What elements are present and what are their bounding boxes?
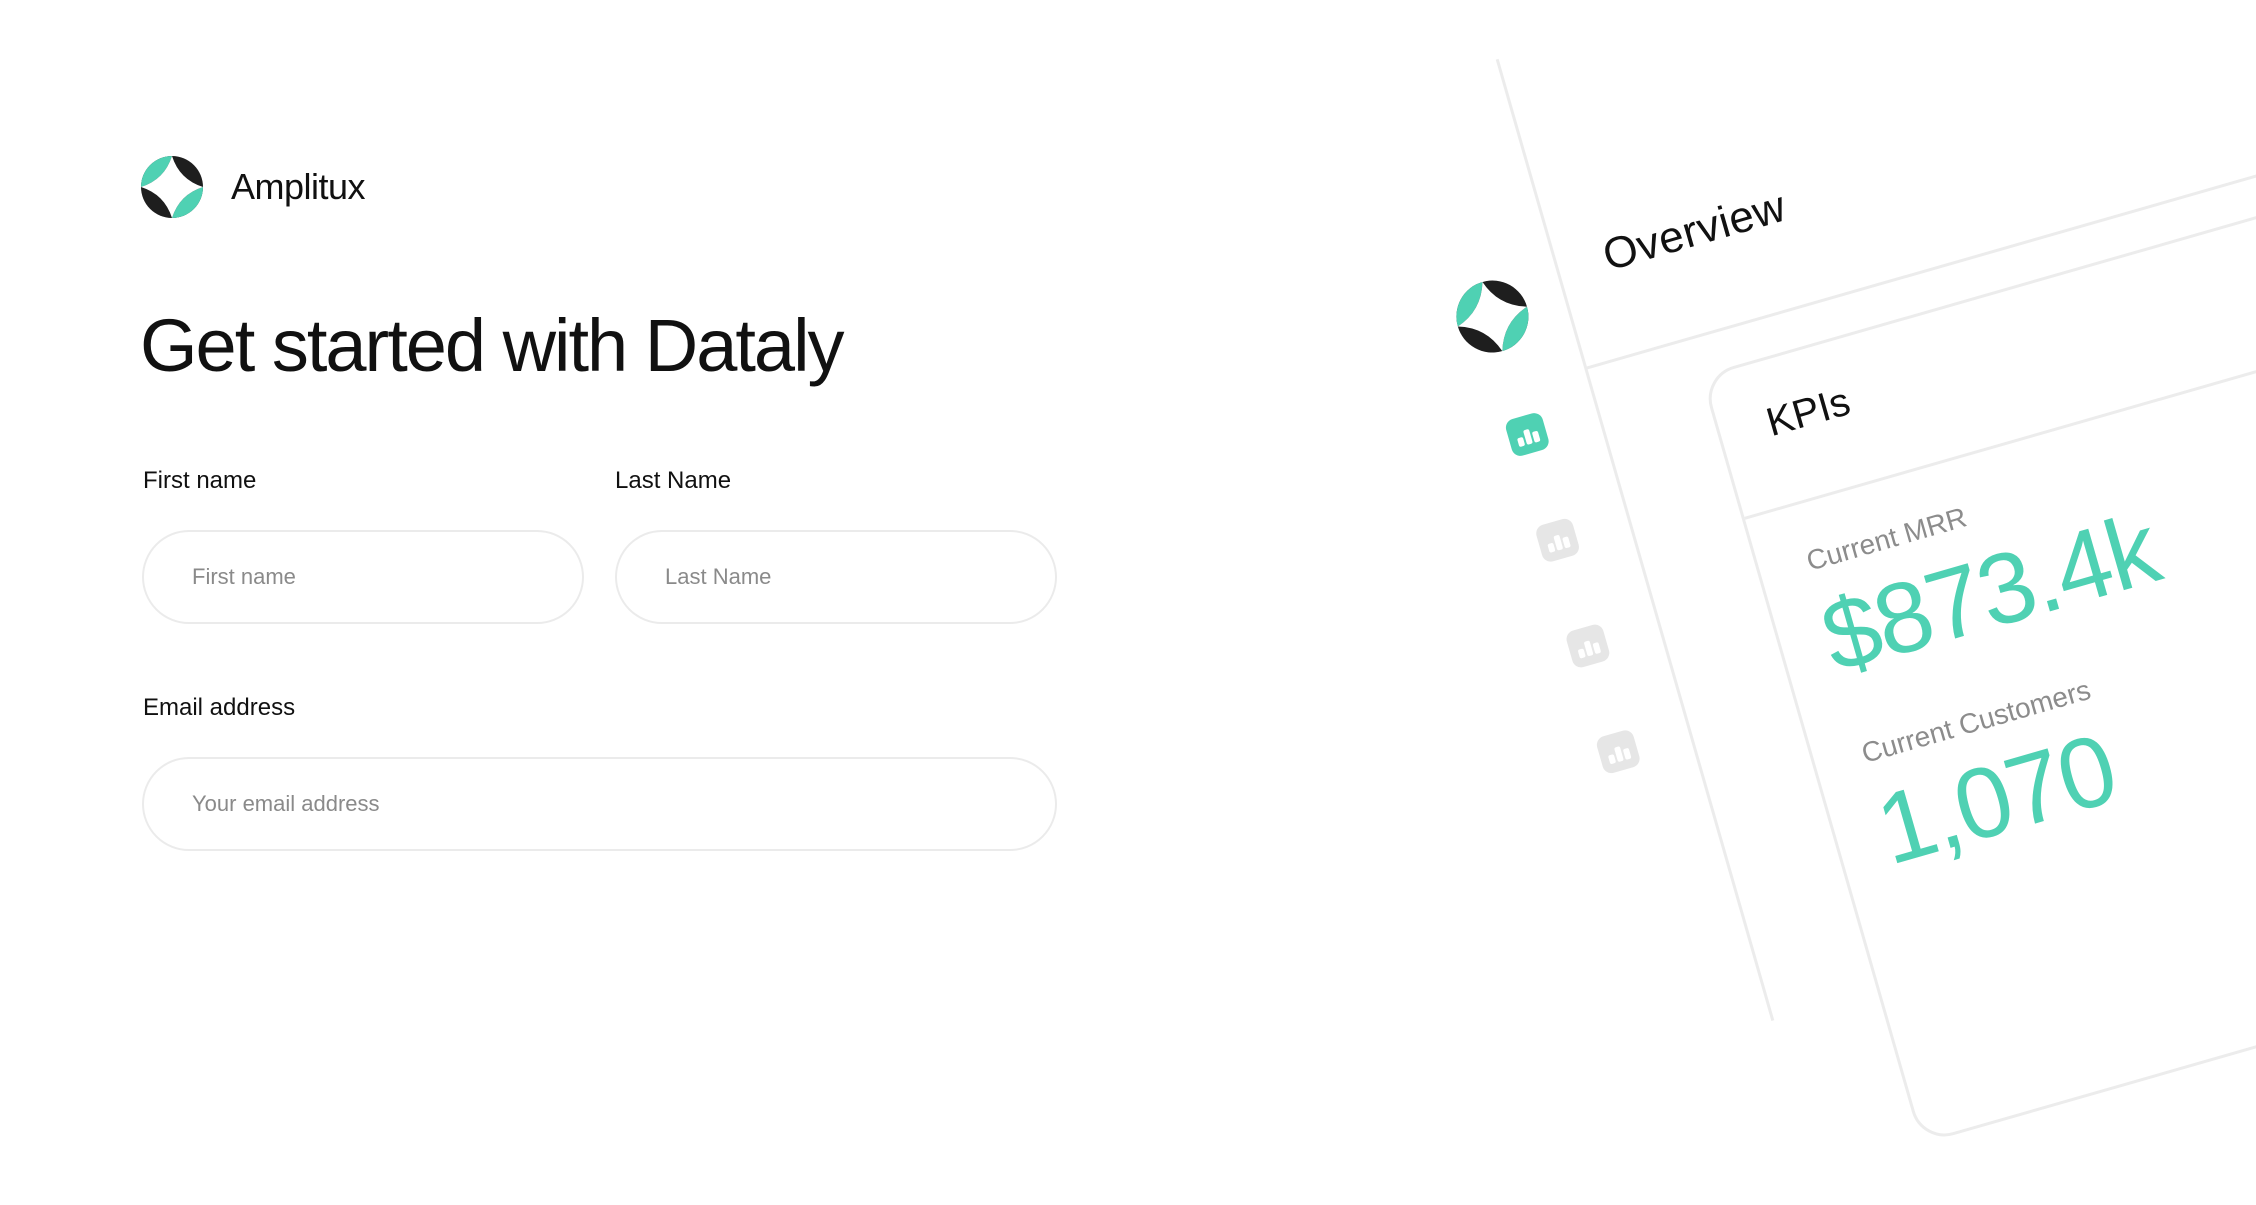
four-point-star-logo-icon	[141, 156, 203, 218]
four-point-star-logo-icon	[1456, 280, 1529, 353]
sidebar-nav-bar-chart-icon[interactable]	[1564, 622, 1612, 670]
kpi-card-divider	[1744, 215, 2256, 520]
brand-name: Amplitux	[231, 166, 366, 207]
email-input[interactable]	[142, 757, 1057, 851]
last-name-input[interactable]	[615, 530, 1057, 624]
email-label: Email address	[143, 694, 296, 721]
dashboard-preview: Overview KPIs Current MRR $873.4k Curren…	[1390, 0, 2256, 1145]
sidebar-nav-bar-chart-icon[interactable]	[1594, 728, 1642, 776]
first-name-label: First name	[143, 467, 257, 494]
sidebar-nav-bar-chart-icon[interactable]	[1534, 516, 1582, 564]
kpi-card-title: KPIs	[1761, 379, 1855, 445]
current-mrr-value: $873.4k	[1810, 492, 2170, 695]
kpi-card: KPIs Current MRR $873.4k Current Custome…	[1700, 72, 2256, 1145]
page-title: Get started with Dataly	[140, 304, 845, 387]
sidebar-nav-bar-chart-icon[interactable]	[1503, 411, 1551, 459]
first-name-input[interactable]	[142, 530, 584, 624]
overview-title: Overview	[1597, 181, 1792, 281]
brand: Amplitux	[141, 156, 366, 218]
last-name-label: Last Name	[615, 467, 732, 494]
